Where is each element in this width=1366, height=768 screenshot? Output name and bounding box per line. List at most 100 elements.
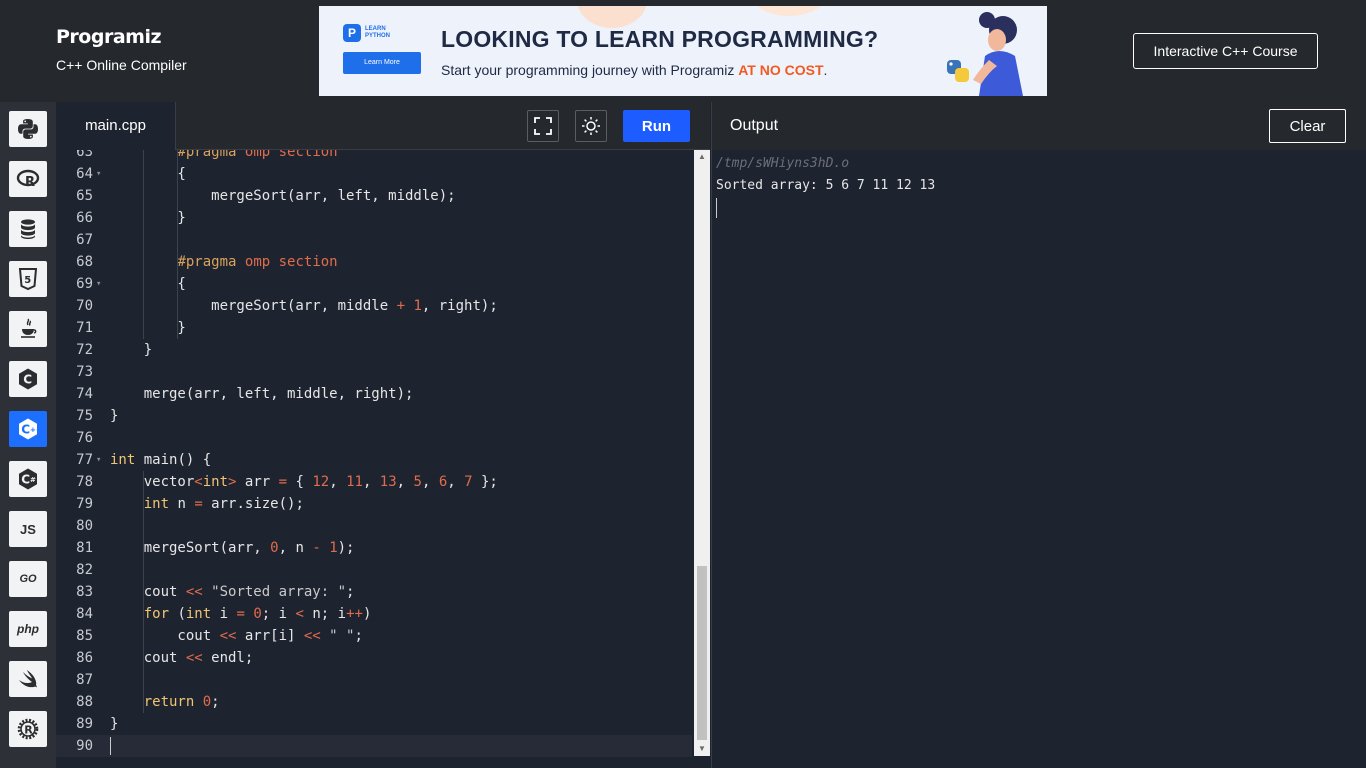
code-line[interactable]: 84 for (int i = 0; i < n; i++) [56, 603, 692, 625]
php-language-icon[interactable]: php [9, 611, 47, 647]
output-binary-path: /tmp/sWHiyns3hD.o [716, 156, 850, 171]
line-number: 77 [76, 452, 93, 468]
code-line[interactable]: 64 ▾ { [56, 163, 692, 185]
banner-decoration [749, 6, 829, 16]
line-number: 73 [76, 364, 93, 380]
swift-language-icon[interactable] [9, 661, 47, 697]
code-line[interactable]: 68 #pragma omp section [56, 251, 692, 273]
line-number: 84 [76, 606, 93, 622]
site-header: Programiz C++ Online Compiler P LEARN PY… [0, 0, 1366, 102]
banner-subtitle-text: Start your programming journey with Prog… [441, 62, 739, 78]
code-line[interactable]: 81 mergeSort(arr, 0, n - 1); [56, 537, 692, 559]
cpp-language-icon[interactable]: C ++ [9, 411, 47, 447]
line-number: 75 [76, 408, 93, 424]
code-line[interactable]: 66 } [56, 207, 692, 229]
java-language-icon[interactable] [9, 311, 47, 347]
ad-banner[interactable]: P LEARN PYTHON Learn More LOOKING TO LEA… [319, 6, 1047, 96]
code-line[interactable]: 85 cout << arr[i] << " "; [56, 625, 692, 647]
learn-more-button[interactable]: Learn More [343, 52, 421, 74]
c-language-icon[interactable]: C [9, 361, 47, 397]
code-line[interactable]: 78 vector<int> arr = { 12, 11, 13, 5, 6,… [56, 471, 692, 493]
html-language-icon[interactable]: 5 [9, 261, 47, 297]
python-icon [18, 119, 38, 139]
code-text: #pragma omp section [177, 150, 338, 160]
compiler-title: C++ Online Compiler [56, 57, 187, 73]
csharp-language-icon[interactable]: C # [9, 461, 47, 497]
code-line[interactable]: 83 cout << "Sorted array: "; [56, 581, 692, 603]
theme-toggle-button[interactable] [575, 110, 607, 142]
indent-guide [143, 150, 144, 339]
code-line[interactable]: 77 ▾ int main() { [56, 449, 692, 471]
fold-arrow-icon[interactable]: ▾ [96, 449, 101, 471]
html-icon-label: 5 [24, 275, 31, 286]
line-number: 89 [76, 716, 93, 732]
editor-scrollbar[interactable]: ▲ ▼ [694, 150, 710, 756]
fullscreen-button[interactable] [527, 110, 559, 142]
svg-text:++: ++ [30, 426, 40, 434]
code-line[interactable]: 82 [56, 559, 692, 581]
brand[interactable]: Programiz C++ Online Compiler [56, 26, 187, 73]
go-icon: GO [19, 573, 37, 585]
cpp-icon-label: C [21, 423, 30, 437]
code-line[interactable]: 74 merge(arr, left, middle, right); [56, 383, 692, 405]
code-line[interactable]: 90 [56, 735, 692, 757]
code-editor[interactable]: 63 #pragma omp section 64 ▾ {65 mergeSort(… [56, 150, 710, 768]
r-language-icon[interactable]: R [9, 161, 47, 197]
scrollbar-thumb[interactable] [697, 566, 707, 740]
run-button[interactable]: Run [623, 110, 690, 142]
rust-language-icon[interactable]: R [9, 711, 47, 747]
code-line[interactable]: 87 [56, 669, 692, 691]
go-language-icon[interactable]: GO [9, 561, 47, 597]
r-icon: R [16, 169, 40, 190]
fold-arrow-icon[interactable]: ▾ [96, 273, 101, 295]
code-text: { [110, 166, 186, 182]
clear-button[interactable]: Clear [1269, 109, 1346, 143]
programiz-logo: Programiz [56, 26, 162, 48]
php-icon: php [17, 622, 39, 636]
scroll-up-icon[interactable]: ▲ [698, 152, 706, 161]
file-tab-main-cpp[interactable]: main.cpp [56, 102, 176, 150]
line-number: 83 [76, 584, 93, 600]
code-line[interactable]: 75} [56, 405, 692, 427]
code-line[interactable]: 86 cout << endl; [56, 647, 692, 669]
html5-icon: 5 [18, 268, 38, 291]
code-line[interactable]: 67 [56, 229, 692, 251]
interactive-course-button[interactable]: Interactive C++ Course [1133, 33, 1318, 69]
code-line[interactable]: 89} [56, 713, 692, 735]
code-text: return 0; [143, 694, 220, 710]
code-line[interactable]: 71 } [56, 317, 692, 339]
banner-decoration [577, 6, 647, 28]
line-number: 82 [76, 562, 93, 578]
c-icon-label: C [23, 373, 32, 387]
line-number: 86 [76, 650, 93, 666]
code-line[interactable]: 88 return 0; [56, 691, 692, 713]
sql-language-icon[interactable] [9, 211, 47, 247]
banner-title: LOOKING TO LEARN PROGRAMMING? [441, 26, 879, 52]
code-line[interactable]: 80 [56, 515, 692, 537]
java-cup-icon [21, 318, 37, 338]
code-line[interactable]: 76 [56, 427, 692, 449]
line-number: 74 [76, 386, 93, 402]
code-text: for (int i = 0; i < n; i++) [143, 606, 372, 622]
banner-subtitle: Start your programming journey with Prog… [441, 62, 827, 78]
line-number: 66 [76, 210, 93, 226]
code-line[interactable]: 63 #pragma omp section [56, 150, 692, 163]
code-line[interactable]: 79 int n = arr.size(); [56, 493, 692, 515]
code-text: vector<int> arr = { 12, 11, 13, 5, 6, 7 … [110, 474, 498, 490]
language-sidebar: R 5 C C ++ C # JS GO php R [0, 102, 56, 768]
code-line[interactable]: 65 mergeSort(arr, left, middle); [56, 185, 692, 207]
output-console[interactable]: /tmp/sWHiyns3hD.o Sorted array: 5 6 7 11… [711, 150, 1366, 768]
code-line[interactable]: 72 } [56, 339, 692, 361]
python-language-icon[interactable] [9, 111, 47, 147]
line-number: 64 [76, 166, 93, 182]
code-line[interactable]: 70 mergeSort(arr, middle + 1, right); [56, 295, 692, 317]
javascript-language-icon[interactable]: JS [9, 511, 47, 547]
code-line[interactable]: 69 ▾ { [56, 273, 692, 295]
cpp-icon: C ++ [19, 418, 40, 440]
code-line[interactable]: 73 [56, 361, 692, 383]
svg-text:#: # [30, 476, 36, 484]
line-number: 72 [76, 342, 93, 358]
rust-gear-icon: R [17, 718, 39, 740]
scroll-down-icon[interactable]: ▼ [698, 744, 706, 753]
fold-arrow-icon[interactable]: ▾ [96, 163, 101, 185]
